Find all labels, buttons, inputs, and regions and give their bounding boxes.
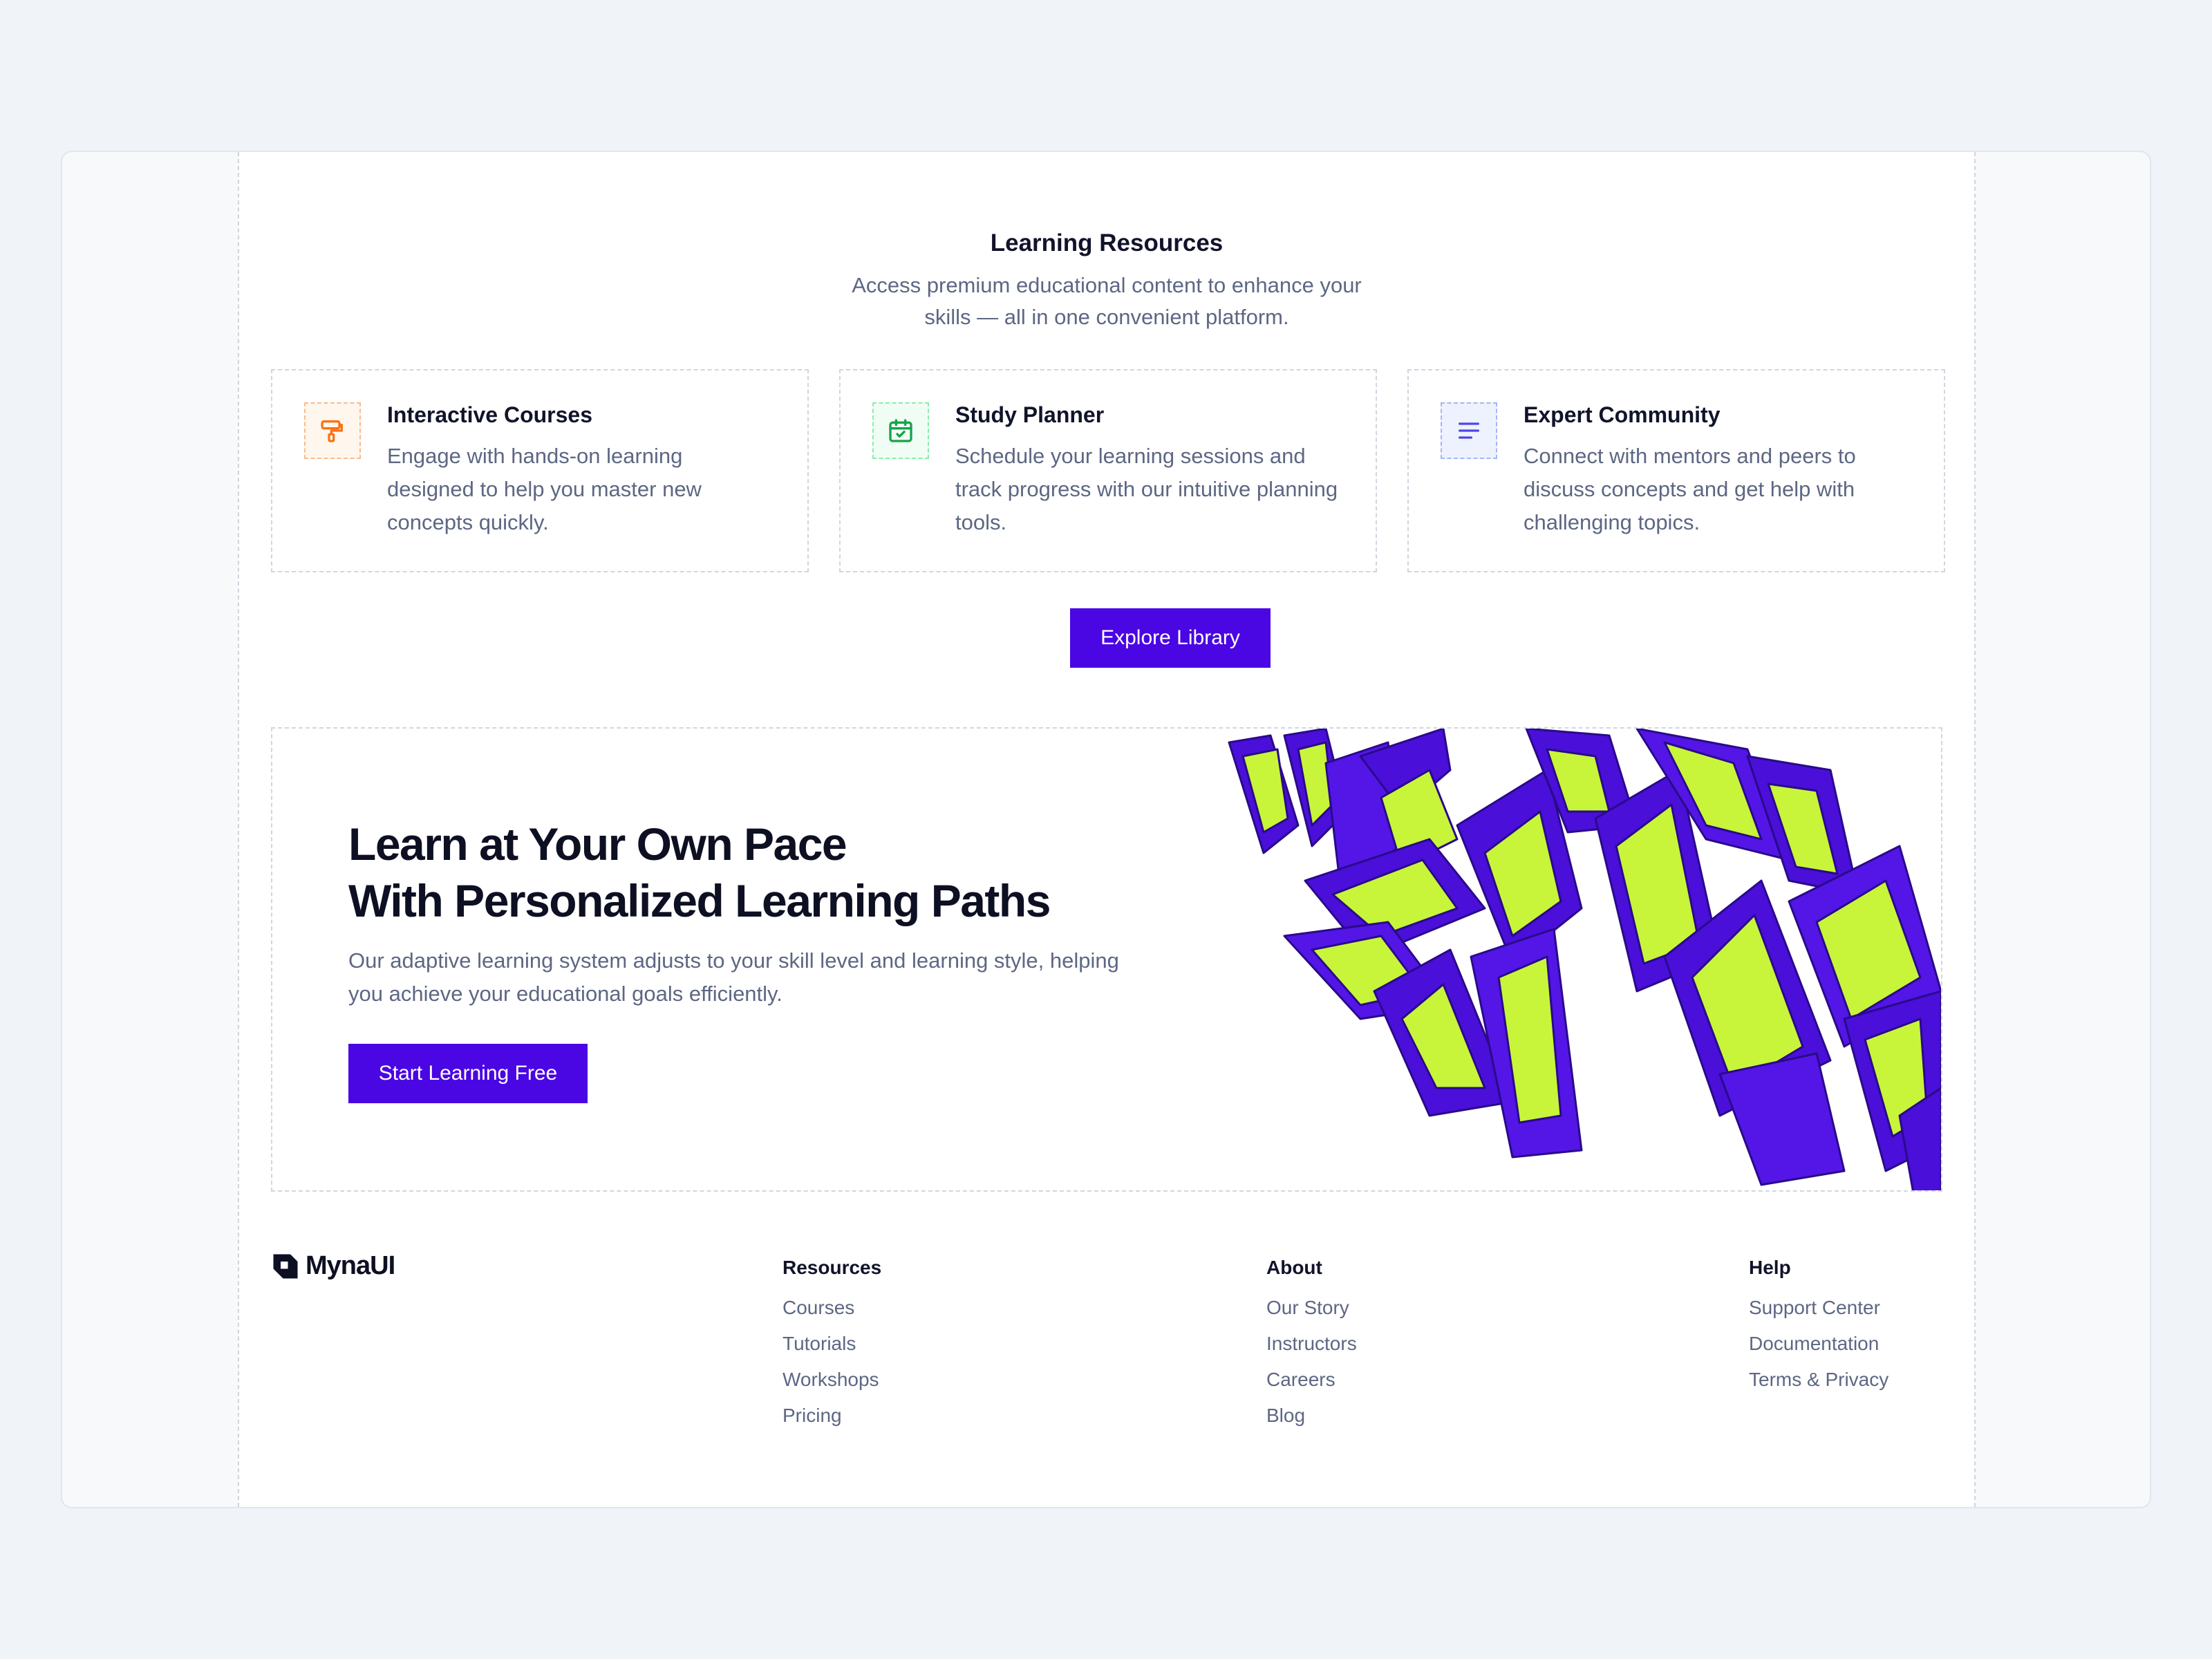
card-description: Connect with mentors and peers to discus… (1524, 444, 1856, 534)
text-lines-icon (1441, 402, 1497, 459)
page-frame: Learning Resources Access premium educat… (61, 151, 2151, 1508)
card-description: Engage with hands-on learning designed t… (387, 444, 702, 534)
section-title: Learning Resources (990, 229, 1224, 256)
footer-link-tutorials[interactable]: Tutorials (782, 1333, 881, 1369)
footer-link-pricing[interactable]: Pricing (782, 1405, 881, 1441)
explore-library-button[interactable]: Explore Library (1070, 608, 1271, 668)
cta-description: Our adaptive learning system adjusts to … (348, 948, 1119, 1006)
footer-link-our-story[interactable]: Our Story (1266, 1297, 1357, 1333)
card-title: Expert Community (1524, 402, 1721, 427)
card-description: Schedule your learning sessions and trac… (955, 444, 1338, 534)
section-subtitle: Access premium educational content to en… (852, 273, 1362, 329)
brand-name: MynaUI (306, 1251, 395, 1280)
footer-link-documentation[interactable]: Documentation (1749, 1333, 1888, 1369)
footer-link-workshops[interactable]: Workshops (782, 1369, 881, 1405)
card-study-planner[interactable]: Study Planner Schedule your learning ses… (839, 369, 1377, 572)
footer-link-support-center[interactable]: Support Center (1749, 1297, 1888, 1333)
footer-column-about: About Our Story Instructors Careers Blog (1266, 1257, 1357, 1441)
footer-link-terms-privacy[interactable]: Terms & Privacy (1749, 1369, 1888, 1405)
footer-column-resources: Resources Courses Tutorials Workshops Pr… (782, 1257, 881, 1441)
card-title: Study Planner (955, 402, 1105, 427)
cta-banner: Learn at Your Own Pace With Personalized… (271, 727, 1942, 1192)
calendar-check-icon (872, 402, 929, 459)
start-learning-button[interactable]: Start Learning Free (348, 1044, 588, 1103)
footer-column-title: Resources (782, 1257, 882, 1278)
footer-logo[interactable]: MynaUI (271, 1251, 395, 1281)
card-title: Interactive Courses (387, 402, 593, 427)
abstract-3d-artwork (1228, 729, 1941, 1190)
footer-link-careers[interactable]: Careers (1266, 1369, 1357, 1405)
cta-heading: Learn at Your Own Pace With Personalized… (348, 816, 1051, 929)
myna-logo-icon (273, 1254, 298, 1278)
content-column: Learning Resources Access premium educat… (238, 152, 1976, 1507)
paint-roller-icon (304, 402, 361, 459)
cta-heading-line1: Learn at Your Own Pace (348, 818, 847, 870)
footer-link-courses[interactable]: Courses (782, 1297, 881, 1333)
footer-column-title: Help (1749, 1257, 1791, 1278)
footer-column-help: Help Support Center Documentation Terms … (1749, 1257, 1888, 1405)
footer-column-title: About (1266, 1257, 1322, 1278)
cta-heading-line2: With Personalized Learning Paths (348, 875, 1051, 926)
footer-link-instructors[interactable]: Instructors (1266, 1333, 1357, 1369)
card-expert-community[interactable]: Expert Community Connect with mentors an… (1407, 369, 1945, 572)
footer-link-blog[interactable]: Blog (1266, 1405, 1357, 1441)
card-interactive-courses[interactable]: Interactive Courses Engage with hands-on… (271, 369, 809, 572)
